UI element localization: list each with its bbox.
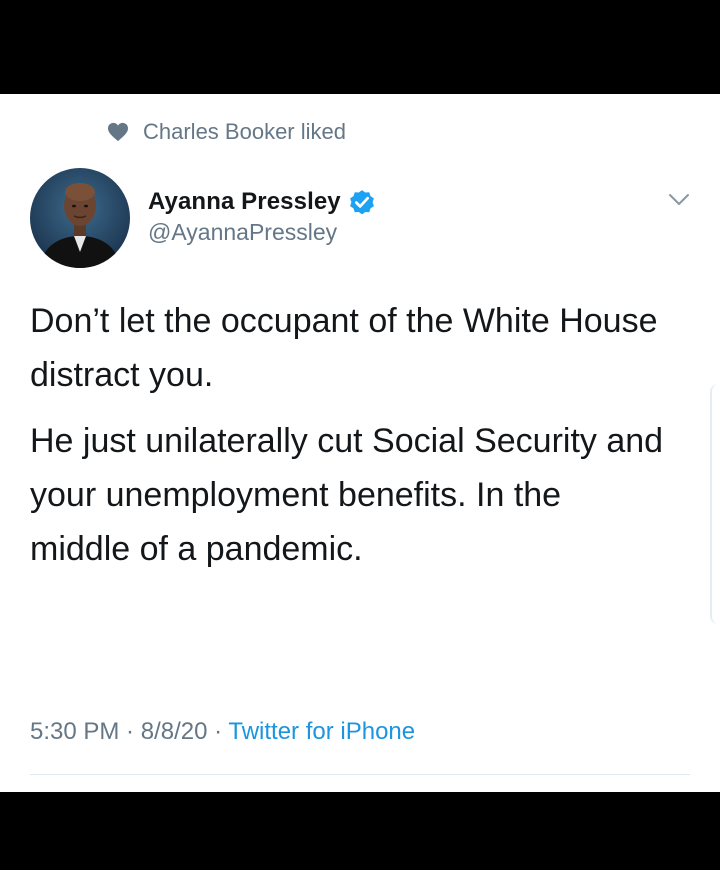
author-block[interactable]: Ayanna Pressley @AyannaPressley — [148, 187, 377, 246]
heart-icon — [108, 122, 128, 142]
tweet-meta: 5:30 PM · 8/8/20 · Twitter for iPhone — [30, 718, 415, 746]
meta-separator: · — [119, 718, 141, 745]
display-name[interactable]: Ayanna Pressley — [148, 188, 341, 216]
tweet-paragraph: Don’t let the occupant of the White Hous… — [30, 302, 658, 394]
tweet-card[interactable]: Charles Booker liked Ayanna Pressley @Ay… — [0, 94, 720, 792]
tweet-time[interactable]: 5:30 PM — [30, 718, 119, 745]
avatar-image — [30, 168, 130, 268]
user-handle[interactable]: @AyannaPressley — [148, 219, 377, 246]
tweet-source-link[interactable]: Twitter for iPhone — [228, 718, 415, 745]
verified-badge-icon — [349, 190, 374, 215]
top-black-bar — [0, 0, 720, 94]
social-context-label: Charles Booker liked — [143, 119, 346, 144]
tweet-paragraph: He just unilaterally cut Social Security… — [30, 422, 664, 568]
edge-card-fragment — [710, 384, 720, 624]
social-context: Charles Booker liked — [107, 119, 346, 144]
name-row: Ayanna Pressley — [148, 187, 377, 217]
bottom-black-bar — [0, 792, 720, 870]
avatar[interactable] — [30, 168, 130, 268]
tweet-date[interactable]: 8/8/20 — [141, 718, 208, 745]
chevron-down-icon[interactable] — [668, 192, 690, 208]
tweet-text: Don’t let the occupant of the White Hous… — [30, 294, 670, 588]
divider — [30, 774, 690, 775]
meta-separator: · — [207, 718, 229, 745]
